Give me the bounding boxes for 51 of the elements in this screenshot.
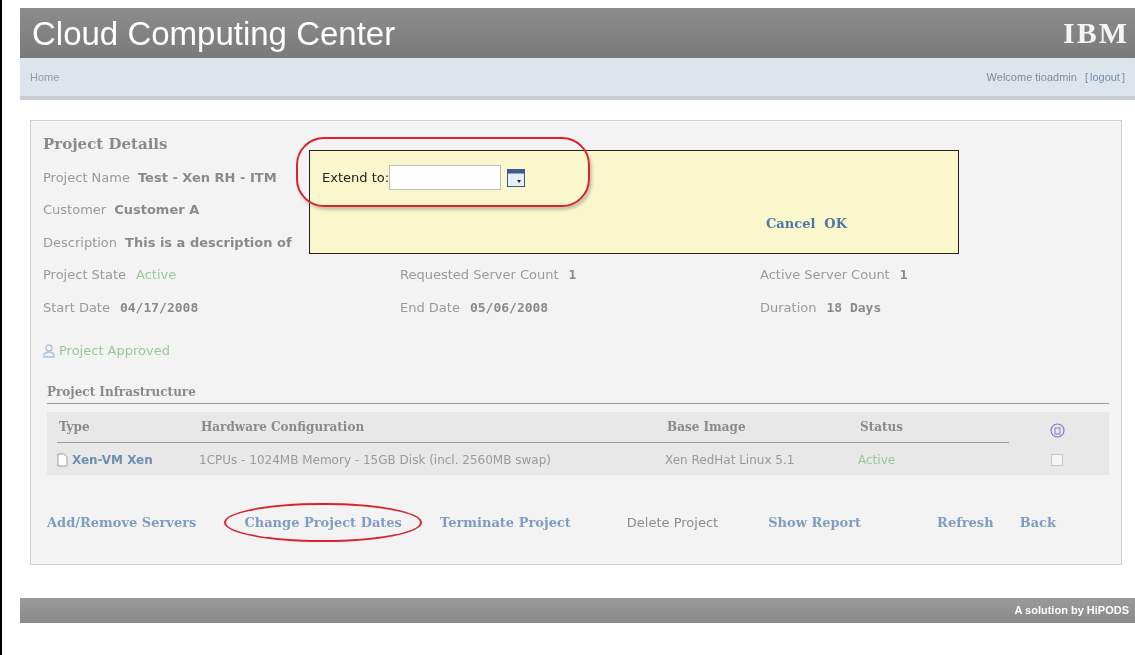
welcome-text: Welcome tioadmin [986, 69, 1077, 85]
column-header: Status [859, 418, 904, 436]
field-value: 1 [568, 266, 577, 284]
action-link[interactable]: Terminate Project [439, 512, 571, 532]
ok-button[interactable]: OK [824, 214, 847, 234]
field-label: Requested Server Count [400, 266, 559, 284]
field-value: 04/17/2008 [119, 298, 199, 317]
table-cell-text: Xen RedHat Linux 5.1 [665, 451, 796, 469]
action-link[interactable]: Change Project Dates [226, 504, 420, 540]
field-value: Test - Xen RH - ITM [137, 168, 277, 187]
person-icon [43, 343, 55, 358]
footer-text: A solution by HiPODS [1014, 603, 1129, 619]
cancel-button[interactable]: Cancel [766, 214, 816, 234]
date-field[interactable] [389, 165, 502, 190]
approval-status: Project Approved [59, 342, 170, 360]
field-label: Active Server Count [760, 266, 890, 284]
bracket: [ [1084, 69, 1088, 85]
field-label: Description [43, 233, 118, 252]
field-label: Duration [760, 298, 817, 317]
column-header: Type [58, 418, 91, 436]
table-cell-text: Active [858, 451, 897, 469]
field-value: Customer A [114, 201, 200, 219]
logout-link[interactable]: logout [1089, 68, 1120, 86]
section-heading: Project Infrastructure [47, 382, 1109, 404]
field-value: 1 [899, 266, 908, 284]
action-link[interactable]: Refresh [937, 512, 994, 532]
extend-label: Extend to: [322, 168, 390, 187]
column-header: Hardware Configuration [200, 418, 366, 436]
field-value: This is a description of [125, 233, 292, 252]
calendar-icon[interactable] [507, 168, 526, 187]
field-label: Project Name [43, 168, 130, 187]
home-link[interactable]: Home [30, 68, 60, 86]
server-type-link[interactable]: Xen-VM Xen [72, 450, 153, 469]
row-checkbox[interactable] [1051, 453, 1063, 466]
bracket: ] [1121, 69, 1125, 85]
field-label: Customer [43, 201, 107, 219]
field-value: Active [136, 266, 177, 284]
field-label: Project State [43, 266, 127, 284]
action-link[interactable]: Show Report [768, 512, 862, 532]
action-link[interactable]: Back [1019, 512, 1056, 532]
column-header: Base Image [666, 418, 747, 436]
section-heading: Project Details [43, 134, 169, 155]
field-label: End Date [400, 298, 460, 317]
logo: IBM [1063, 18, 1129, 48]
field-label: Start Date [43, 298, 110, 317]
field-value: 18 Days [826, 298, 882, 317]
action-link[interactable]: Add/Remove Servers [47, 512, 197, 532]
table-cell-text: 1CPUs - 1024MB Memory - 15GB Disk (incl. 2560MB swap) [199, 451, 552, 469]
field-value: 05/06/2008 [469, 298, 549, 317]
document-icon [57, 452, 68, 467]
app-title: Cloud Computing Center [32, 16, 396, 50]
